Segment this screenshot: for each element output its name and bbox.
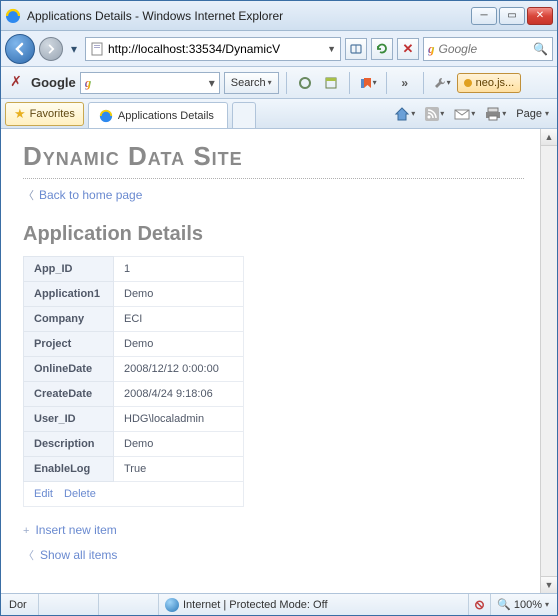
- protected-mode-icon[interactable]: [469, 594, 491, 615]
- insert-new-item-link[interactable]: +Insert new item: [23, 523, 524, 537]
- table-row: Application1Demo: [24, 282, 244, 307]
- delete-link[interactable]: Delete: [64, 488, 96, 500]
- field-value: HDG\localadmin: [114, 407, 244, 432]
- toolbar-o-button[interactable]: [294, 72, 316, 94]
- field-label: App_ID: [24, 257, 114, 282]
- table-row: ProjectDemo: [24, 332, 244, 357]
- maximize-button[interactable]: ▭: [499, 7, 525, 25]
- window-title: Applications Details - Windows Internet …: [27, 9, 471, 23]
- field-value: Demo: [114, 432, 244, 457]
- nav-toolbar: ▾ ▼ ✕ g 🔍: [1, 31, 557, 67]
- field-value: Demo: [114, 332, 244, 357]
- chevron-left-icon: 〈: [23, 550, 34, 562]
- star-icon: ★: [14, 106, 26, 122]
- window-titlebar: Applications Details - Windows Internet …: [1, 1, 557, 31]
- field-label: Company: [24, 307, 114, 332]
- field-value: Demo: [114, 282, 244, 307]
- toolbar-bookmark-button[interactable]: ▾: [357, 72, 379, 94]
- vertical-scrollbar[interactable]: ▲ ▼: [540, 129, 557, 593]
- table-row: CompanyECI: [24, 307, 244, 332]
- table-row: OnlineDate2008/12/12 0:00:00: [24, 357, 244, 382]
- google-toolbar: ✗ Google g ▾ Search▾ ▾ » ▾ neo.js...: [1, 67, 557, 99]
- address-input[interactable]: [108, 42, 323, 56]
- neo-dot-icon: [464, 79, 472, 87]
- table-row: App_ID1: [24, 257, 244, 282]
- stop-button[interactable]: ✕: [397, 38, 419, 60]
- home-button[interactable]: ▾: [390, 103, 419, 125]
- section-title: Application Details: [23, 223, 524, 246]
- print-button[interactable]: ▾: [481, 103, 510, 125]
- new-tab-button[interactable]: [232, 102, 256, 128]
- table-row: User_IDHDG\localadmin: [24, 407, 244, 432]
- nav-history-dropdown[interactable]: ▾: [67, 35, 81, 63]
- chevron-left-icon: 〈: [23, 190, 34, 202]
- field-value: True: [114, 457, 244, 482]
- toolbar-close-button[interactable]: ✗: [5, 72, 27, 94]
- forward-button[interactable]: [39, 37, 63, 61]
- search-input[interactable]: [439, 42, 530, 56]
- field-label: Application1: [24, 282, 114, 307]
- back-to-home-link[interactable]: 〈Back to home page: [23, 187, 524, 203]
- field-label: OnlineDate: [24, 357, 114, 382]
- address-dropdown-icon[interactable]: ▼: [327, 44, 336, 54]
- toolbar-search-button[interactable]: Search▾: [224, 72, 279, 94]
- page-content: Dynamic Data Site 〈Back to home page App…: [1, 129, 540, 593]
- scroll-up-button[interactable]: ▲: [541, 129, 557, 146]
- field-label: CreateDate: [24, 382, 114, 407]
- feeds-button[interactable]: ▾: [421, 103, 448, 125]
- search-box[interactable]: g 🔍: [423, 37, 553, 61]
- table-row: DescriptionDemo: [24, 432, 244, 457]
- tab-label: Applications Details: [118, 110, 214, 122]
- toolbar-wrench-button[interactable]: ▾: [431, 72, 453, 94]
- status-left: Dor: [3, 594, 39, 615]
- field-label: Project: [24, 332, 114, 357]
- toolbar-window-button[interactable]: [320, 72, 342, 94]
- google-toolbar-label: Google: [31, 75, 76, 90]
- dropdown-icon[interactable]: ▾: [209, 76, 215, 90]
- zoom-control[interactable]: 🔍 100% ▾: [491, 598, 555, 611]
- minimize-button[interactable]: ─: [471, 7, 497, 25]
- site-title: Dynamic Data Site: [23, 141, 524, 172]
- field-value: 2008/4/24 9:18:06: [114, 382, 244, 407]
- ie-icon: [5, 8, 21, 24]
- search-go-icon[interactable]: 🔍: [533, 42, 548, 56]
- compat-view-button[interactable]: [345, 38, 367, 60]
- tab-applications-details[interactable]: Applications Details: [88, 102, 228, 128]
- zoom-icon: 🔍: [497, 598, 511, 611]
- table-row: EnableLogTrue: [24, 457, 244, 482]
- google-g-icon: g: [85, 75, 92, 91]
- tabs-command-bar: ★ Favorites Applications Details ▾ ▾ ▾ ▾…: [1, 99, 557, 129]
- page-icon: [90, 42, 104, 56]
- neo-addon-button[interactable]: neo.js...: [457, 73, 522, 93]
- read-mail-button[interactable]: ▾: [450, 103, 479, 125]
- edit-link[interactable]: Edit: [34, 488, 53, 500]
- scroll-down-button[interactable]: ▼: [541, 576, 557, 593]
- close-button[interactable]: ✕: [527, 7, 553, 25]
- google-toolbar-searchbox[interactable]: g ▾: [80, 72, 220, 94]
- page-menu-button[interactable]: Page▾: [512, 103, 553, 125]
- field-value: ECI: [114, 307, 244, 332]
- field-label: User_ID: [24, 407, 114, 432]
- field-label: Description: [24, 432, 114, 457]
- refresh-button[interactable]: [371, 38, 393, 60]
- ie-icon: [99, 109, 113, 123]
- address-bar[interactable]: ▼: [85, 37, 341, 61]
- google-g-icon: g: [428, 41, 435, 57]
- favorites-button[interactable]: ★ Favorites: [5, 102, 84, 126]
- field-value: 1: [114, 257, 244, 282]
- plus-icon: +: [23, 525, 29, 537]
- field-label: EnableLog: [24, 457, 114, 482]
- toolbar-more-button[interactable]: »: [394, 72, 416, 94]
- field-value: 2008/12/12 0:00:00: [114, 357, 244, 382]
- details-table: App_ID1Application1DemoCompanyECIProject…: [23, 256, 244, 507]
- table-row: CreateDate2008/4/24 9:18:06: [24, 382, 244, 407]
- globe-icon: [165, 598, 179, 612]
- status-bar: Dor Internet | Protected Mode: Off 🔍 100…: [1, 593, 557, 615]
- security-zone[interactable]: Internet | Protected Mode: Off: [159, 594, 469, 615]
- back-button[interactable]: [5, 34, 35, 64]
- show-all-items-link[interactable]: 〈Show all items: [23, 547, 524, 563]
